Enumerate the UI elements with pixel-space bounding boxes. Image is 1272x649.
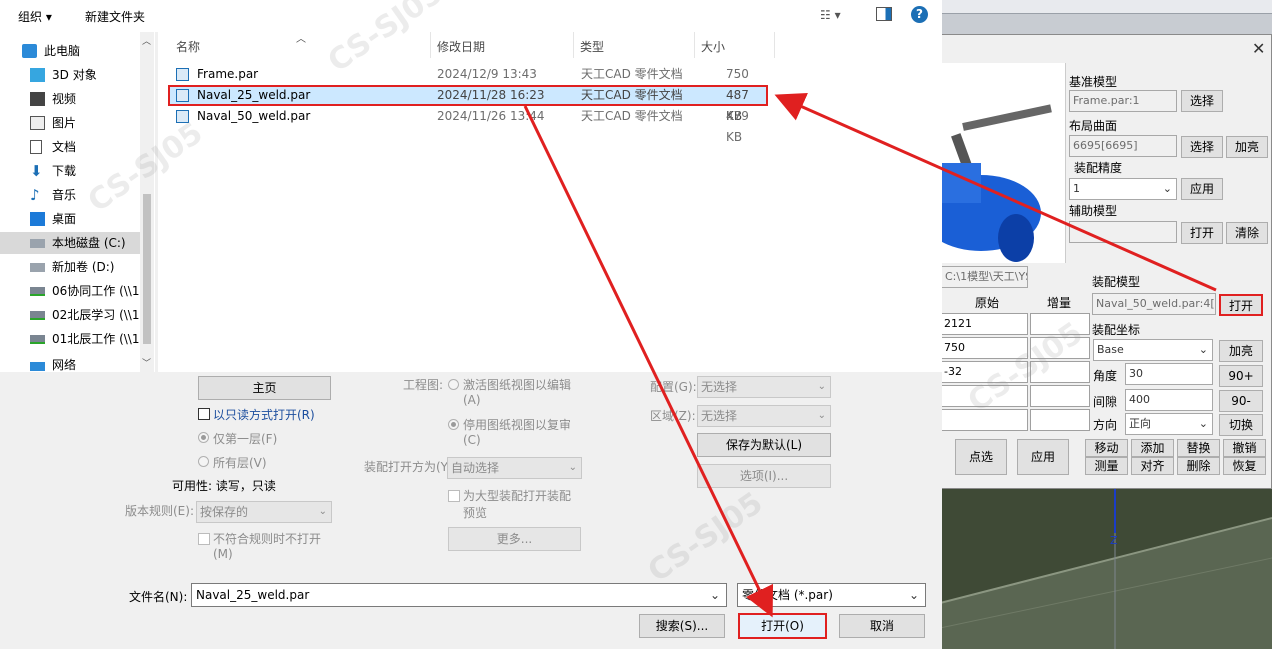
annotation-arrows bbox=[523, 92, 1217, 618]
arrow-to-open-button bbox=[523, 105, 774, 618]
arrow-to-selected-file bbox=[774, 92, 1217, 292]
